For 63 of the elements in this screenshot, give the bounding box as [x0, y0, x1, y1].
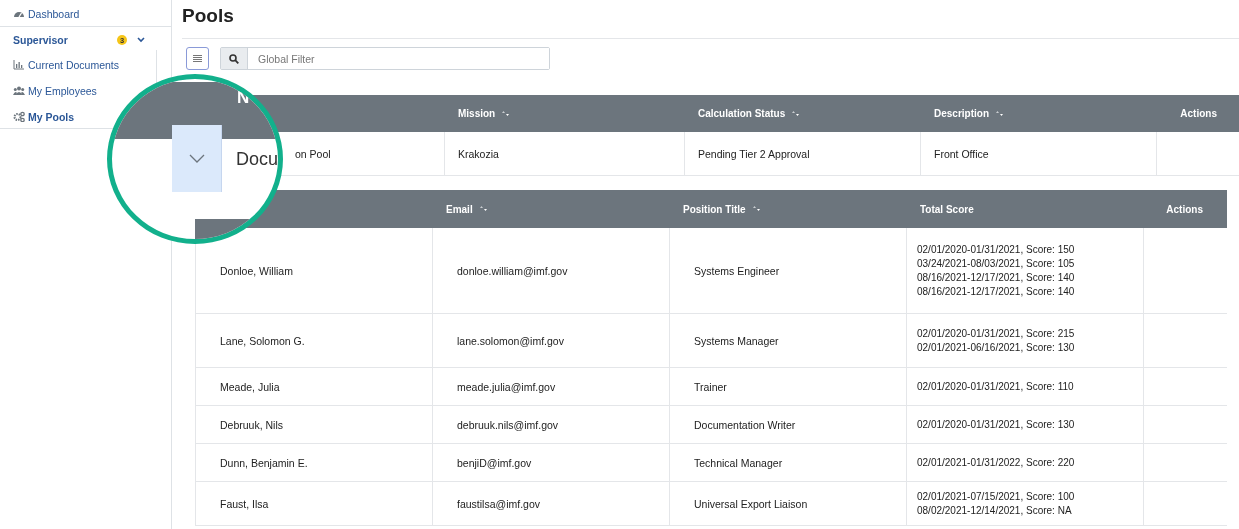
table-cell: lane.solomon@imf.gov: [457, 334, 564, 347]
menu-button[interactable]: [186, 47, 209, 70]
table-cell: on Pool: [295, 147, 331, 160]
table-cell: Systems Engineer: [694, 264, 780, 277]
header-label: Actions: [1180, 108, 1217, 119]
table-cell: Front Office: [934, 147, 989, 160]
table-cell: Docu: [236, 149, 278, 170]
score-line: 03/24/2021-08/03/2021, Score: 105: [917, 258, 1075, 269]
sort-toggle[interactable]: Calculation Status: [698, 108, 801, 119]
table-cell: donloe.william@imf.gov: [457, 264, 568, 277]
gears-icon: [13, 111, 25, 122]
table-cell: Krakozia: [458, 147, 499, 160]
table-cell: Debruuk, Nils: [220, 418, 284, 431]
sort-toggle[interactable]: Position Title: [683, 203, 761, 215]
score-line: 02/01/2020-01/31/2021, Score: 130: [917, 419, 1075, 430]
table-cell: Universal Export Liaison: [694, 497, 808, 510]
score-line: 02/01/2020-01/31/2021, Score: 110: [917, 381, 1074, 392]
sort-toggle[interactable]: Mission: [458, 108, 511, 119]
table-cell: meade.julia@imf.gov: [457, 380, 556, 393]
table-cell: Systems Manager: [694, 334, 779, 347]
bar-chart-icon: [13, 59, 25, 70]
header-label: Actions: [1166, 203, 1203, 215]
sort-icon: [751, 206, 761, 212]
page-title: Pools: [182, 5, 235, 28]
sort-icon: [478, 206, 488, 212]
search-field[interactable]: Global Filter: [220, 47, 550, 70]
score-line: 02/01/2020-01/31/2021, Score: 150: [917, 244, 1075, 255]
table-cell: Documentation Writer: [694, 418, 796, 431]
users-icon: [13, 85, 25, 96]
score-line: 08/02/2021-12/14/2021, Score: NA: [917, 505, 1072, 516]
nav-link[interactable]: My Pools: [0, 110, 88, 123]
nav-link[interactable]: My Employees: [0, 84, 110, 97]
sort-icon: [501, 110, 511, 117]
table-cell: Technical Manager: [694, 456, 783, 469]
table-cell: Meade, Julia: [220, 380, 280, 393]
sort-icon: [791, 110, 801, 117]
sort-toggle[interactable]: Email: [446, 203, 488, 215]
score-line: 02/01/2021-06/16/2021, Score: 130: [917, 342, 1075, 353]
search-icon: [229, 53, 239, 64]
sort-icon: [995, 110, 1004, 117]
nav-link[interactable]: Current Documents: [0, 58, 133, 71]
score-line: 02/01/2021-01/31/2022, Score: 220: [917, 457, 1075, 468]
table-cell: Trainer: [694, 380, 727, 393]
table-cell: Donloe, William: [220, 264, 293, 277]
nav-link[interactable]: Dashboard: [0, 7, 93, 20]
menu-icon: [193, 55, 202, 62]
table-cell: benjiD@imf.gov: [457, 456, 532, 469]
table-cell: Dunn, Benjamin E.: [220, 456, 308, 469]
table-cell: Pending Tier 2 Approval: [698, 147, 810, 160]
chevron-icon: [137, 37, 145, 43]
score-line: 02/01/2020-01/31/2021, Score: 215: [917, 328, 1075, 339]
chevron-icon: [188, 154, 205, 163]
expand-toggle[interactable]: [172, 125, 222, 192]
table-cell: debruuk.nils@imf.gov: [457, 418, 559, 431]
table-cell: Lane, Solomon G.: [220, 334, 305, 347]
score-line: 02/01/2021-07/15/2021, Score: 100: [917, 491, 1075, 502]
group-label: Supervisor: [13, 34, 69, 46]
table-cell: Faust, Ilsa: [220, 497, 269, 510]
score-line: 08/16/2021-12/17/2021, Score: 140: [917, 286, 1075, 297]
score-line: 08/16/2021-12/17/2021, Score: 140: [917, 272, 1075, 283]
header-label: Total Score: [920, 203, 974, 215]
sort-toggle[interactable]: Description: [934, 108, 1004, 119]
table-cell: faustilsa@imf.gov: [457, 497, 541, 510]
